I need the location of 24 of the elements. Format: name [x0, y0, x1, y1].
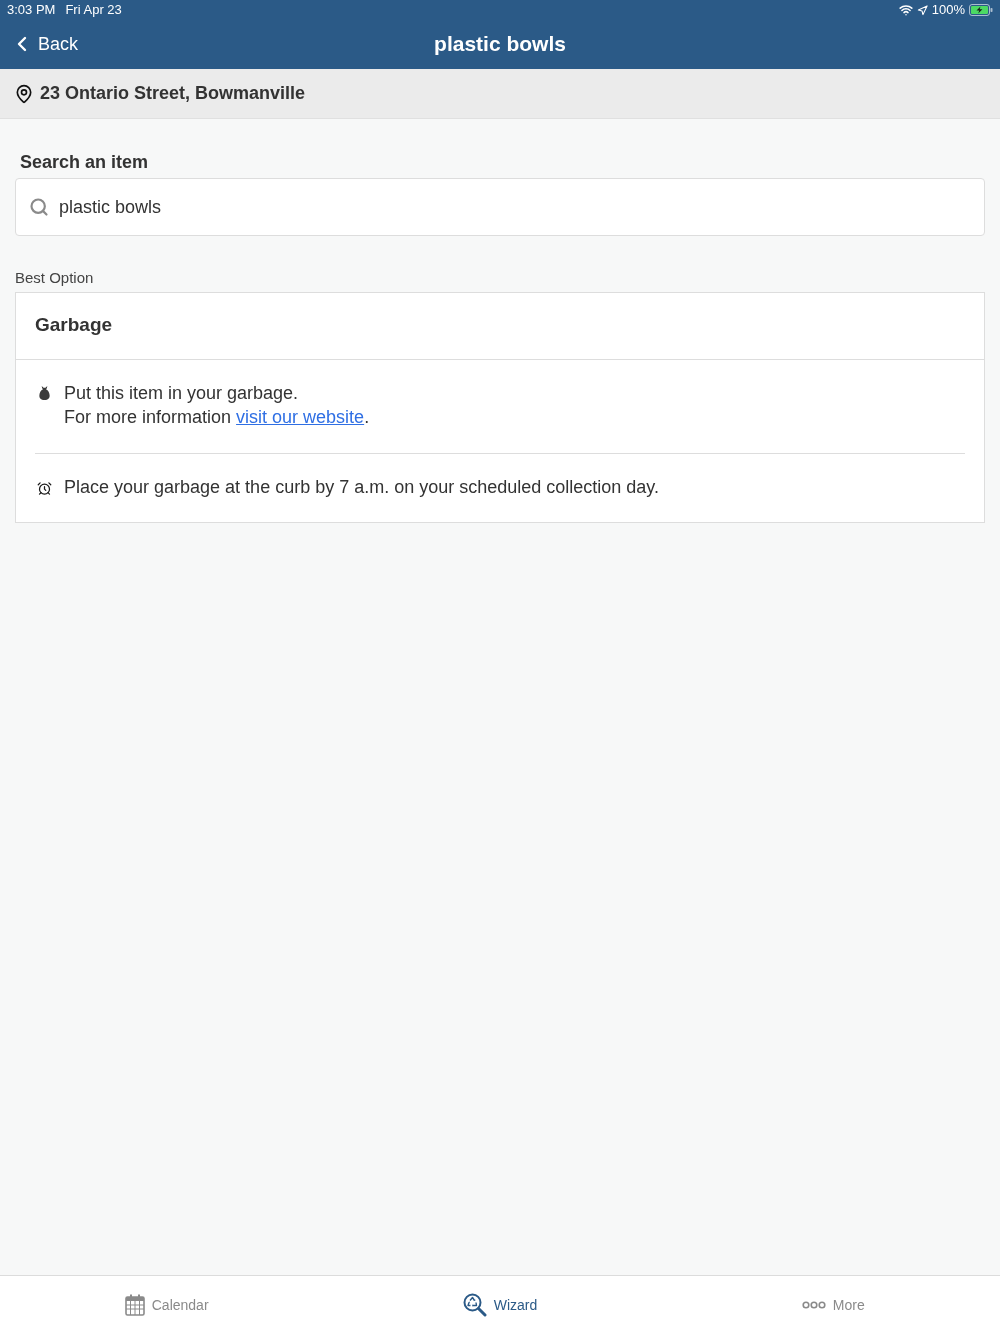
website-link[interactable]: visit our website: [236, 406, 365, 427]
result-title: Garbage: [35, 313, 113, 338]
calendar-icon[interactable]: [124, 1294, 145, 1316]
page-title: plastic bowls: [434, 32, 566, 56]
more-dots-icon[interactable]: [801, 1301, 826, 1309]
wifi-icon: [898, 3, 913, 17]
location-arrow-icon: [916, 4, 928, 16]
back-button[interactable]: Back: [0, 30, 83, 58]
tab-item[interactable]: Calendar: [124, 1294, 209, 1316]
tab-item[interactable]: More: [801, 1294, 865, 1316]
section-label: Best Option: [15, 268, 94, 288]
garbage-bag-icon: [37, 384, 52, 401]
instruction-text: Put this item in your garbage. For more information visit our website.: [64, 381, 370, 429]
status-date: Fri Apr 23: [65, 1, 122, 20]
address-text: 23 Ontario Street, Bowmanville: [40, 82, 306, 105]
search-icon: [29, 197, 49, 217]
status-time: 3:03 PM: [7, 1, 56, 20]
search-field[interactable]: plastic bowls: [15, 178, 985, 236]
search-label: Search an item: [20, 151, 149, 174]
map-pin-icon: [14, 83, 34, 104]
tab-item[interactable]: Wizard: [462, 1293, 538, 1317]
battery-percentage: 100%: [931, 1, 965, 20]
recycle-magnifier-icon[interactable]: [462, 1293, 487, 1317]
instruction-text: Place your garbage at the curb by 7 a.m. on your scheduled collection day.: [64, 475, 660, 499]
